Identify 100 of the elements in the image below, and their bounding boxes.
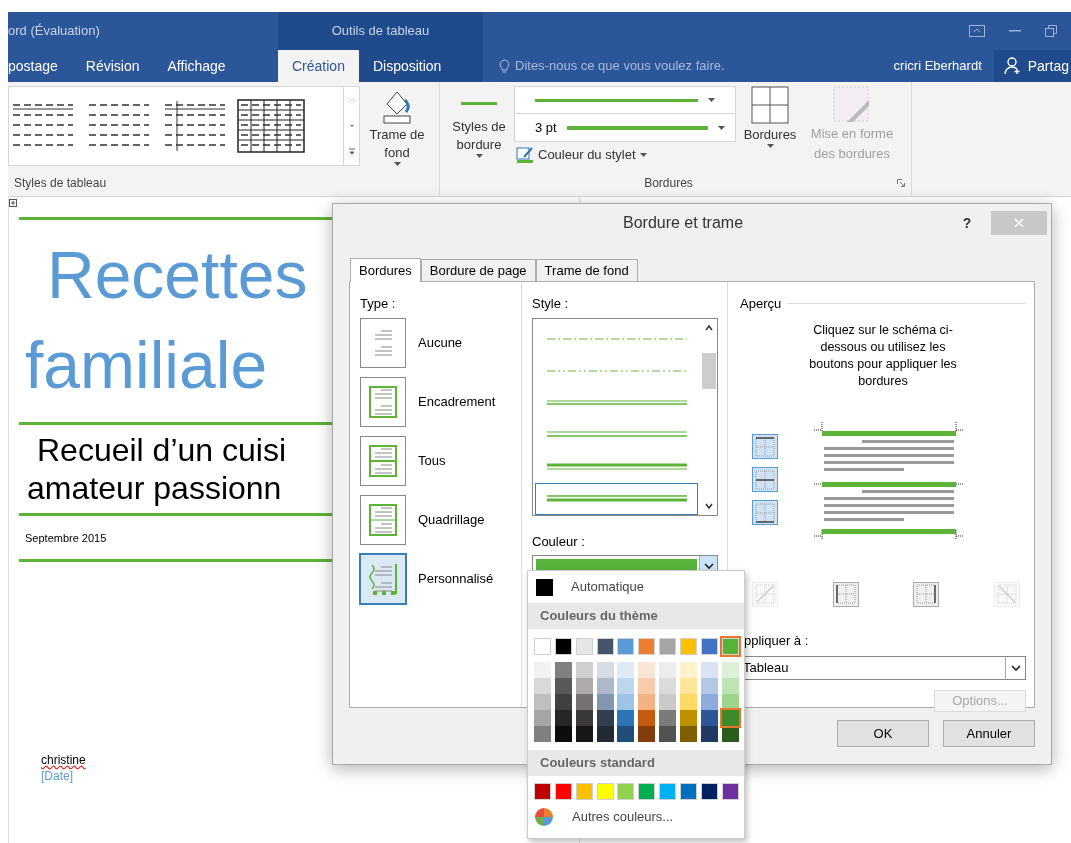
- border-type-button[interactable]: [360, 435, 406, 486]
- border-toggle-button[interactable]: [752, 467, 778, 492]
- color-swatch[interactable]: [554, 662, 572, 678]
- color-swatch[interactable]: [659, 783, 677, 800]
- color-swatch[interactable]: [700, 638, 718, 655]
- border-type-button[interactable]: [360, 376, 406, 427]
- border-toggle-button[interactable]: [913, 581, 940, 607]
- color-swatch[interactable]: [659, 678, 677, 694]
- color-swatch[interactable]: [638, 783, 656, 800]
- color-swatch[interactable]: [575, 678, 593, 694]
- color-swatch[interactable]: [679, 783, 697, 800]
- color-swatch[interactable]: [617, 783, 635, 800]
- color-swatch[interactable]: [596, 694, 614, 710]
- color-swatch[interactable]: [554, 638, 572, 655]
- color-swatch[interactable]: [617, 710, 635, 726]
- color-swatch[interactable]: [534, 710, 551, 726]
- tell-me-field[interactable]: Dites-nous ce que vous voulez faire.: [483, 56, 894, 76]
- help-button[interactable]: ?: [957, 212, 977, 234]
- color-swatch[interactable]: [596, 783, 614, 800]
- ribbon-tab[interactable]: Création: [278, 50, 359, 82]
- color-swatch[interactable]: [534, 638, 551, 655]
- color-swatch[interactable]: [700, 694, 718, 710]
- color-swatch[interactable]: [721, 783, 739, 800]
- color-swatch[interactable]: [638, 662, 656, 678]
- color-swatch[interactable]: [596, 638, 614, 655]
- color-swatch[interactable]: [554, 783, 572, 800]
- color-swatch[interactable]: [659, 710, 677, 726]
- border-toggle-button[interactable]: [752, 434, 778, 459]
- menu-item[interactable]: Autres couleurs...: [528, 802, 744, 832]
- dialog-button[interactable]: Annuler: [943, 720, 1035, 747]
- line-style-option[interactable]: [535, 482, 698, 515]
- color-swatch[interactable]: [700, 662, 718, 678]
- dialog-tab[interactable]: Trame de fond: [535, 259, 638, 281]
- color-swatch[interactable]: [638, 678, 656, 694]
- color-swatch[interactable]: [659, 694, 677, 710]
- color-swatch[interactable]: [596, 662, 614, 678]
- color-swatch[interactable]: [596, 678, 614, 694]
- color-swatch[interactable]: [617, 638, 635, 655]
- table-style-thumbnail[interactable]: [237, 99, 305, 153]
- color-swatch[interactable]: [638, 694, 656, 710]
- color-swatch[interactable]: [575, 694, 593, 710]
- scrollbar-thumb[interactable]: [701, 352, 716, 389]
- color-swatch[interactable]: [617, 678, 635, 694]
- color-swatch[interactable]: [617, 662, 635, 678]
- color-swatch[interactable]: [679, 694, 697, 710]
- color-swatch[interactable]: [575, 783, 593, 800]
- dialog-tab[interactable]: Bordures: [350, 258, 421, 282]
- border-toggle-button[interactable]: [832, 581, 859, 607]
- color-swatch[interactable]: [679, 678, 697, 694]
- border-styles-button[interactable]: Styles de bordure: [444, 86, 514, 158]
- color-swatch[interactable]: [700, 783, 718, 800]
- color-swatch[interactable]: [721, 662, 739, 678]
- color-swatch[interactable]: [575, 726, 593, 742]
- line-weight-dropdown[interactable]: 3 pt: [514, 114, 736, 142]
- ribbon-tab[interactable]: Affichage: [153, 50, 240, 82]
- dialog-launcher-icon[interactable]: [897, 179, 905, 187]
- color-swatch[interactable]: [534, 694, 551, 710]
- color-swatch[interactable]: [617, 694, 635, 710]
- borders-button[interactable]: Bordures: [738, 86, 802, 148]
- ribbon-tab[interactable]: Disposition: [358, 50, 456, 82]
- restore-icon[interactable]: [1045, 25, 1057, 37]
- color-swatch[interactable]: [679, 710, 697, 726]
- dialog-tab[interactable]: Bordure de page: [420, 259, 536, 281]
- color-swatch[interactable]: [700, 726, 718, 742]
- color-swatch[interactable]: [617, 726, 635, 742]
- color-swatch[interactable]: [721, 678, 739, 694]
- color-swatch[interactable]: [575, 638, 593, 655]
- scroll-up-icon[interactable]: [703, 322, 714, 333]
- color-swatch[interactable]: [638, 710, 656, 726]
- color-swatch[interactable]: [554, 678, 572, 694]
- color-swatch[interactable]: [575, 662, 593, 678]
- color-swatch[interactable]: [700, 710, 718, 726]
- color-swatch[interactable]: [534, 662, 551, 678]
- dialog-button[interactable]: OK: [837, 720, 929, 747]
- border-preview-drawing[interactable]: [814, 419, 964, 540]
- shading-button[interactable]: Trame de fond: [360, 86, 434, 166]
- color-swatch[interactable]: [575, 710, 593, 726]
- border-toggle-button[interactable]: [752, 500, 778, 525]
- menu-item[interactable]: Automatique: [528, 571, 744, 603]
- color-swatch[interactable]: [534, 678, 551, 694]
- color-swatch[interactable]: [554, 726, 572, 742]
- border-type-button[interactable]: [360, 553, 406, 604]
- color-swatch[interactable]: [554, 694, 572, 710]
- color-swatch[interactable]: [700, 678, 718, 694]
- color-swatch[interactable]: [596, 726, 614, 742]
- share-button[interactable]: Partag: [993, 50, 1071, 82]
- color-swatch[interactable]: [534, 726, 551, 742]
- pen-color-button[interactable]: Couleur du stylet: [514, 142, 736, 168]
- color-swatch[interactable]: [679, 662, 697, 678]
- ribbon-tab[interactable]: postage: [8, 50, 72, 82]
- minimize-icon[interactable]: [1009, 30, 1021, 32]
- border-type-button[interactable]: [360, 494, 406, 545]
- color-swatch[interactable]: [638, 638, 656, 655]
- ribbon-tab[interactable]: Révision: [71, 50, 154, 82]
- ribbon-display-icon[interactable]: [969, 25, 985, 37]
- table-move-handle-icon[interactable]: [9, 199, 17, 207]
- user-name[interactable]: cricri Eberhardt: [893, 56, 994, 76]
- border-type-button[interactable]: [360, 317, 406, 368]
- color-swatch[interactable]: [679, 726, 697, 742]
- color-swatch[interactable]: [721, 710, 739, 726]
